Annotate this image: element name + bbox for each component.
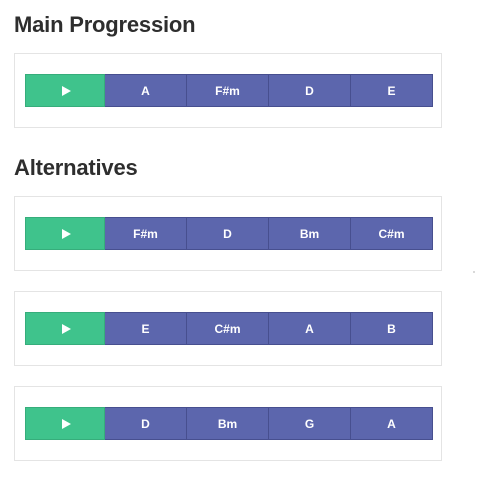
play-icon (61, 323, 71, 334)
chord-button[interactable]: Bm (269, 217, 351, 250)
alternatives-title: Alternatives (14, 155, 138, 180)
chord-button[interactable]: Bm (187, 407, 269, 440)
chord-button[interactable]: C#m (351, 217, 433, 250)
chord-button[interactable]: C#m (187, 312, 269, 345)
play-button[interactable] (25, 74, 105, 107)
chord-button[interactable]: A (269, 312, 351, 345)
play-button[interactable] (25, 407, 105, 440)
chord-button[interactable]: G (269, 407, 351, 440)
chord-button[interactable]: D (269, 74, 351, 107)
chord-row: A F#m D E (25, 74, 433, 107)
chord-button[interactable]: A (351, 407, 433, 440)
play-button[interactable] (25, 217, 105, 250)
play-button[interactable] (25, 312, 105, 345)
play-icon (61, 85, 71, 96)
chord-button[interactable]: E (105, 312, 187, 345)
chord-row: D Bm G A (25, 407, 433, 440)
chord-button[interactable]: E (351, 74, 433, 107)
alternative-progression-card: E C#m A B (14, 291, 442, 366)
alternative-progression-card: D Bm G A (14, 386, 442, 461)
chord-button[interactable]: F#m (187, 74, 269, 107)
chord-button[interactable]: A (105, 74, 187, 107)
chord-button[interactable]: F#m (105, 217, 187, 250)
chord-row: F#m D Bm C#m (25, 217, 433, 250)
main-progression-title: Main Progression (14, 12, 196, 37)
divider-dot (473, 271, 475, 273)
chord-button[interactable]: D (187, 217, 269, 250)
chord-row: E C#m A B (25, 312, 433, 345)
play-icon (61, 228, 71, 239)
alternative-progression-card: F#m D Bm C#m (14, 196, 442, 271)
play-icon (61, 418, 71, 429)
chord-button[interactable]: D (105, 407, 187, 440)
chord-button[interactable]: B (351, 312, 433, 345)
main-progression-card: A F#m D E (14, 53, 442, 128)
